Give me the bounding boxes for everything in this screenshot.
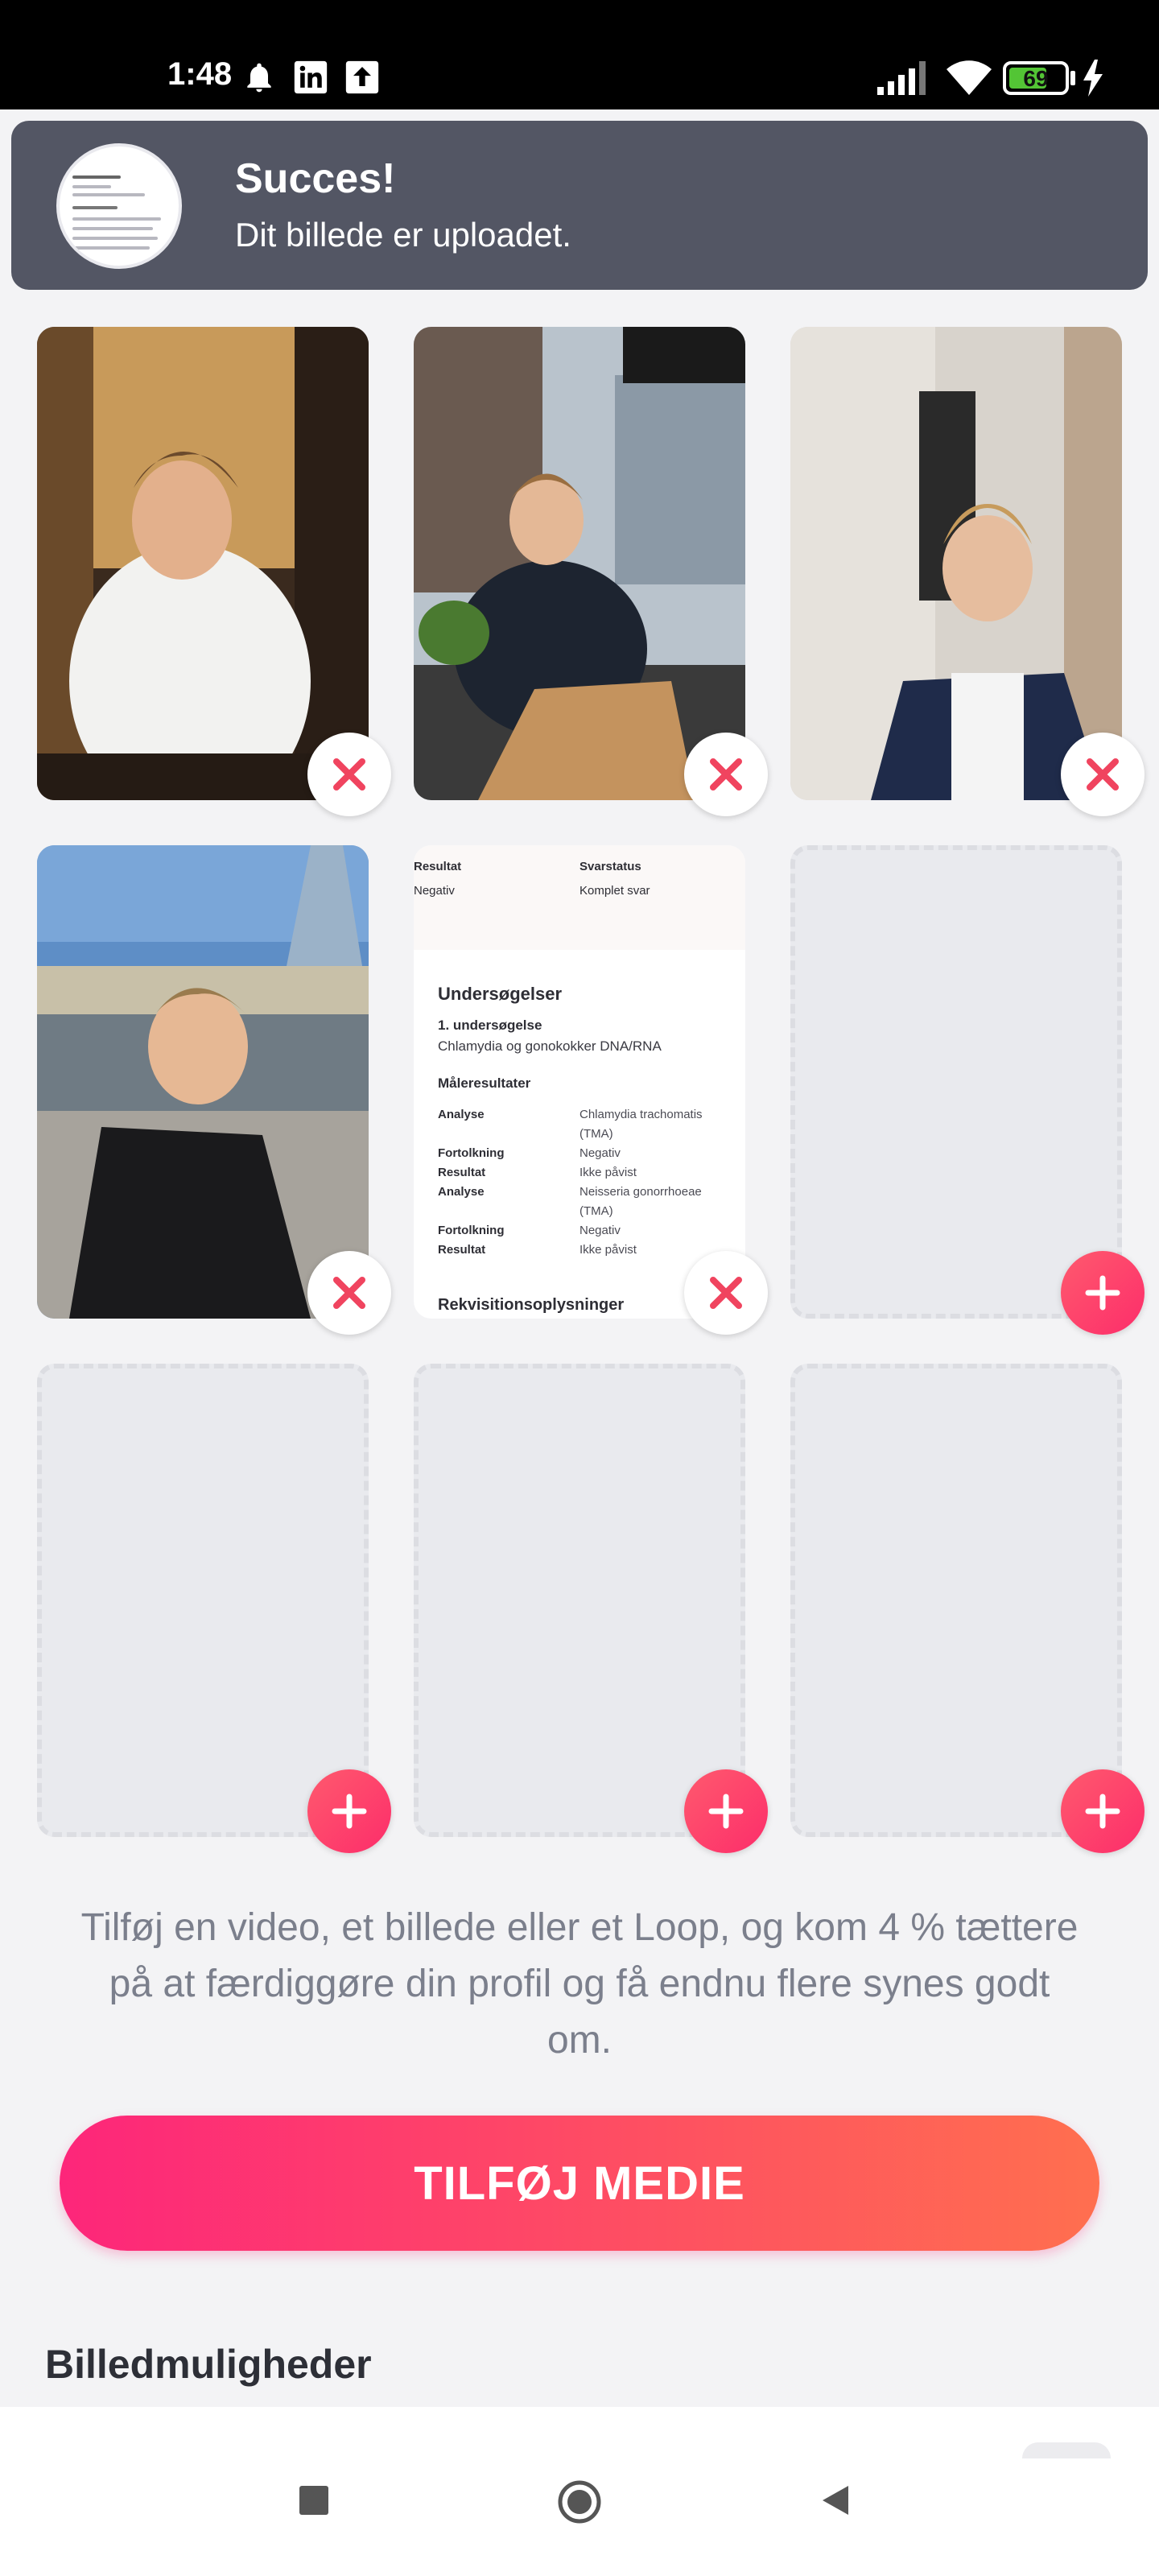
- doc-row-label: Resultat: [438, 1243, 486, 1257]
- plus-icon: [708, 1794, 744, 1829]
- close-icon: [710, 1277, 742, 1309]
- back-icon[interactable]: [819, 2484, 852, 2516]
- doc-row-label: Analyse: [438, 1108, 485, 1121]
- status-bar: 1:48 69: [0, 0, 1159, 109]
- add-media-7-button[interactable]: [307, 1769, 391, 1853]
- profile-photo-5-document[interactable]: Resultat Negativ Svarstatus Komplet svar…: [414, 845, 745, 1319]
- close-icon: [710, 758, 742, 791]
- add-media-button[interactable]: TILFØJ MEDIE: [60, 2116, 1099, 2251]
- doc-col1-header: Resultat: [414, 860, 462, 873]
- doc-row-value: (TMA): [580, 1127, 613, 1141]
- plus-icon: [1085, 1275, 1120, 1311]
- doc-footer-title: Rekvisitionsoplysninger: [438, 1296, 625, 1314]
- profile-photo-1[interactable]: [37, 327, 369, 800]
- photo-1-image: [37, 327, 369, 800]
- doc-col1-value: Negativ: [414, 884, 455, 898]
- battery-percent: 69: [1023, 66, 1049, 91]
- photo-options-heading: Billedmuligheder: [45, 2342, 372, 2387]
- battery-icon: 69: [1003, 61, 1069, 95]
- uploaded-image-thumbnail: [56, 143, 182, 269]
- system-navigation-bar: [0, 2407, 1159, 2576]
- doc-row-label: Fortolkning: [438, 1146, 505, 1160]
- wifi-icon: [947, 60, 992, 95]
- plus-icon: [1085, 1794, 1120, 1829]
- doc-row-value: Negativ: [580, 1224, 621, 1237]
- profile-completion-hint: Tilføj en video, et billede eller et Loo…: [80, 1906, 1079, 2062]
- signal-icon: [877, 61, 926, 95]
- charging-icon: [1083, 60, 1103, 97]
- close-icon: [1087, 758, 1119, 791]
- doc-row-value: Ikke påvist: [580, 1243, 637, 1257]
- remove-photo-3-button[interactable]: [1061, 733, 1145, 816]
- doc-col2-value: Komplet svar: [580, 884, 650, 898]
- empty-media-slot-6[interactable]: [790, 845, 1122, 1319]
- doc-col2-header: Svarstatus: [580, 860, 641, 873]
- doc-sub-title: 1. undersøgelse: [438, 1018, 542, 1033]
- plus-icon: [332, 1794, 367, 1829]
- doc-section-title: Undersøgelser: [438, 984, 563, 1004]
- remove-photo-4-button[interactable]: [307, 1251, 391, 1335]
- toast-title: Succes!: [235, 155, 396, 202]
- photo-3-image: [790, 327, 1122, 800]
- doc-row-label: Fortolkning: [438, 1224, 505, 1237]
- add-media-9-button[interactable]: [1061, 1769, 1145, 1853]
- toggle-switch[interactable]: [1022, 2442, 1111, 2458]
- add-media-button-label: TILFØJ MEDIE: [414, 2157, 745, 2210]
- close-icon: [333, 758, 365, 791]
- profile-photo-2[interactable]: [414, 327, 745, 800]
- remove-photo-2-button[interactable]: [684, 733, 768, 816]
- linkedin-icon: [294, 60, 328, 94]
- profile-photo-4[interactable]: [37, 845, 369, 1319]
- success-toast[interactable]: Succes! Dit billede er uploadet.: [11, 121, 1148, 290]
- doc-row-label: Analyse: [438, 1185, 485, 1199]
- doc-row-value: Neisseria gonorrhoeae: [580, 1185, 702, 1199]
- recents-icon[interactable]: [298, 2484, 330, 2516]
- empty-media-slot-8[interactable]: [414, 1364, 745, 1837]
- doc-row-value: Ikke påvist: [580, 1166, 637, 1179]
- empty-media-slot-9[interactable]: [790, 1364, 1122, 1837]
- close-icon: [333, 1277, 365, 1309]
- toast-message: Dit billede er uploadet.: [235, 216, 571, 254]
- doc-row-value: Chlamydia trachomatis: [580, 1108, 703, 1121]
- photo-4-image: [37, 845, 369, 1319]
- add-media-8-button[interactable]: [684, 1769, 768, 1853]
- empty-media-slot-7[interactable]: [37, 1364, 369, 1837]
- add-media-6-button[interactable]: [1061, 1251, 1145, 1335]
- remove-photo-1-button[interactable]: [307, 733, 391, 816]
- bell-icon: [247, 63, 271, 93]
- home-icon[interactable]: [557, 2479, 602, 2524]
- doc-row-label: Resultat: [438, 1166, 486, 1179]
- photo-2-image: [414, 327, 745, 800]
- doc-sub-value: Chlamydia og gonokokker DNA/RNA: [438, 1038, 662, 1054]
- status-time: 1:48: [167, 56, 233, 92]
- doc-row-value: (TMA): [580, 1204, 613, 1218]
- doc-results-title: Måleresultater: [438, 1075, 531, 1091]
- battery-tip: [1070, 71, 1075, 85]
- upload-icon: [345, 60, 379, 94]
- doc-row-value: Negativ: [580, 1146, 621, 1160]
- profile-photo-3[interactable]: [790, 327, 1122, 800]
- remove-photo-5-button[interactable]: [684, 1251, 768, 1335]
